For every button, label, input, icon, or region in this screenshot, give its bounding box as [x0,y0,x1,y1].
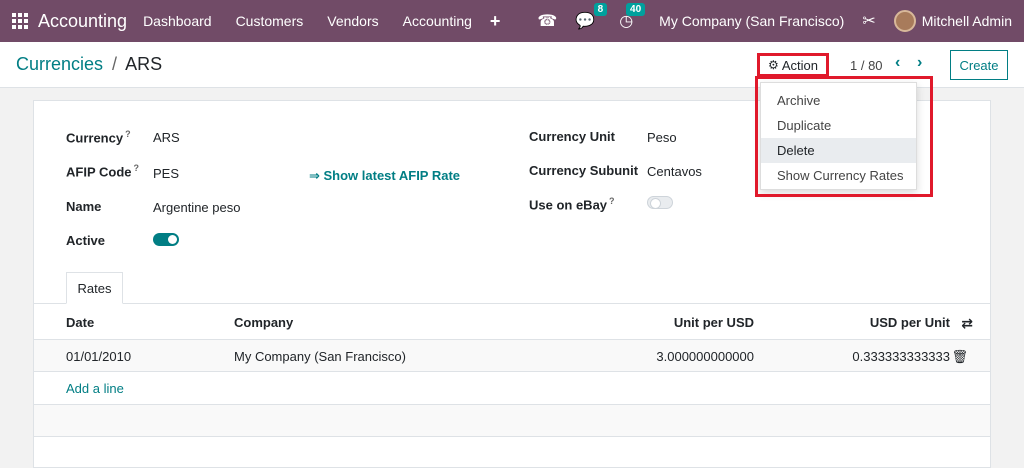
nav-vendors[interactable]: Vendors [327,13,378,29]
add-line-link[interactable]: Add a line [66,381,124,396]
messages-icon[interactable]: 💬 8 [575,3,608,31]
breadcrumb-currencies[interactable]: Currencies [16,54,103,74]
currency-subunit-value[interactable]: Centavos [647,164,702,179]
top-navbar: Accounting Dashboard Customers Vendors A… [0,0,1024,42]
ebay-toggle[interactable] [647,196,673,209]
rate-date[interactable]: 01/01/2010 [66,349,131,364]
action-button[interactable]: ⚙ Action [757,53,829,77]
currency-value[interactable]: ARS [153,130,180,145]
column-date[interactable]: Date [66,315,94,330]
phone-icon[interactable]: ☎ [537,11,557,31]
trash-icon[interactable]: 🗑 [951,349,968,365]
menu-item-duplicate[interactable]: Duplicate [761,113,916,138]
breadcrumb-current: ARS [125,54,163,74]
breadcrumb: Currencies / ARS [16,54,162,75]
currency-unit-value[interactable]: Peso [647,130,677,145]
currency-subunit-label: Currency Subunit [529,163,639,178]
column-company[interactable]: Company [234,315,293,330]
breadcrumb-separator: / [112,54,118,74]
currency-unit-label: Currency Unit [529,129,615,144]
afip-code-label: AFIP Code? [66,163,140,180]
name-value[interactable]: Argentine peso [153,200,240,215]
gear-icon: ⚙ [768,58,779,72]
nav-dashboard[interactable]: Dashboard [143,13,212,29]
name-label: Name [66,199,102,214]
ebay-label: Use on eBay? [529,196,615,213]
apps-grid-icon[interactable] [12,13,28,29]
rate-usd-per-unit[interactable]: 0.333333333333 [852,349,950,364]
avatar[interactable] [893,10,916,32]
add-line-row: Add a line [34,372,990,405]
debug-tools-icon[interactable]: ✂ [862,11,875,31]
rate-unit-per-usd[interactable]: 3.000000000000 [656,349,754,364]
tab-rates[interactable]: Rates [66,272,123,304]
nav-accounting[interactable]: Accounting [403,13,472,29]
messages-badge: 8 [593,3,608,16]
pager-prev-icon[interactable]: ‹ [895,54,900,72]
currency-label: Currency? [66,129,131,146]
pager-next-icon[interactable]: › [917,54,922,72]
nav-customers[interactable]: Customers [236,13,304,29]
show-afip-rate-button[interactable]: ⇒ Show latest AFIP Rate [309,168,460,184]
help-icon[interactable]: ? [134,163,140,173]
optional-columns-icon[interactable]: ⇄ [961,315,973,332]
empty-row [34,405,990,437]
activity-clock-icon[interactable]: ◷ 40 [619,3,646,31]
menu-item-archive[interactable]: Archive [761,88,916,113]
activities-badge: 40 [626,3,646,16]
active-toggle[interactable] [153,233,179,246]
create-button[interactable]: Create [950,50,1008,80]
afip-code-value[interactable]: PES [153,166,179,181]
rate-company[interactable]: My Company (San Francisco) [234,349,406,364]
help-icon[interactable]: ? [125,129,131,139]
company-switcher[interactable]: My Company (San Francisco) [659,13,844,29]
table-row[interactable]: 01/01/2010 My Company (San Francisco) 3.… [34,340,990,372]
column-unit-per-usd[interactable]: Unit per USD [674,315,754,330]
column-usd-per-unit[interactable]: USD per Unit [870,315,950,330]
menu-item-show-currency-rates[interactable]: Show Currency Rates [761,163,916,188]
user-menu[interactable]: Mitchell Admin [922,13,1012,29]
menu-item-delete[interactable]: Delete [761,138,916,163]
pager-value[interactable]: 1 / 80 [850,58,883,73]
action-label: Action [781,57,818,73]
action-dropdown-menu: Archive Duplicate Delete Show Currency R… [760,82,917,190]
rates-table-header: Date Company Unit per USD USD per Unit ⇄ [34,304,990,340]
active-label: Active [66,233,106,248]
help-icon[interactable]: ? [609,196,615,206]
plus-icon[interactable]: + [490,11,501,32]
app-brand[interactable]: Accounting [38,11,127,32]
